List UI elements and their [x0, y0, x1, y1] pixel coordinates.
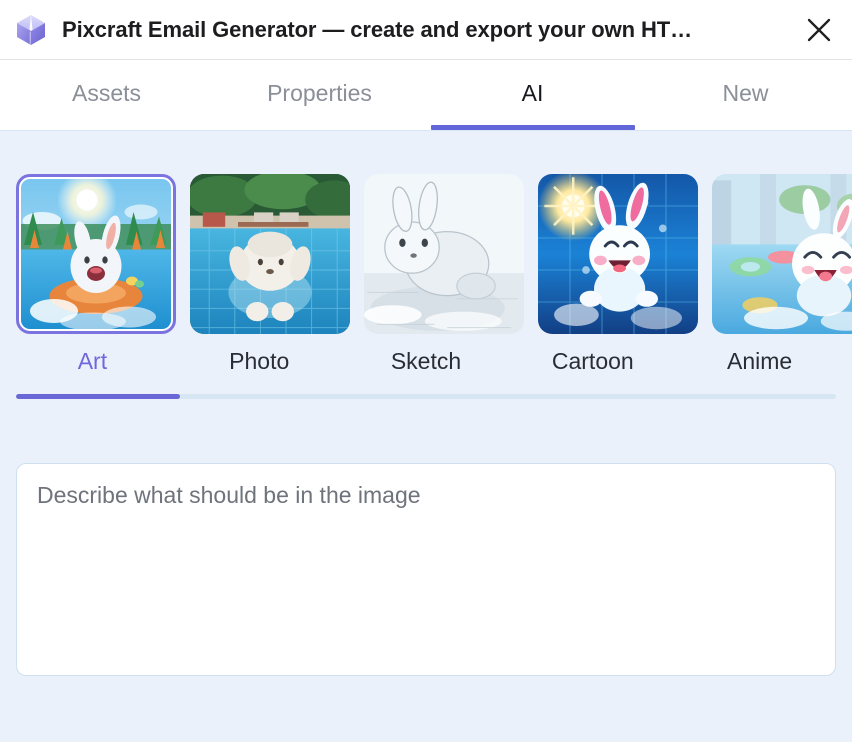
page-title: Pixcraft Email Generator — create and ex…: [62, 16, 693, 42]
style-thumb-frame-art: [16, 174, 176, 334]
tab-bar: Assets Properties AI New: [0, 60, 852, 131]
style-thumb-frame-cartoon: [538, 174, 698, 334]
tab-assets[interactable]: Assets: [0, 60, 213, 130]
style-thumb-frame-anime: [712, 174, 852, 334]
style-tab-cartoon[interactable]: Cartoon: [516, 348, 669, 375]
prompt-section: [16, 463, 836, 676]
app-window: Pixcraft Email Generator — create and ex…: [0, 0, 852, 742]
bunny-pool-photo-thumbnail: [190, 174, 350, 334]
close-icon[interactable]: [798, 9, 840, 51]
style-thumb-frame-sketch: [364, 174, 524, 334]
bunny-pool-art-thumbnail: [21, 179, 171, 329]
style-card-photo[interactable]: [190, 174, 350, 334]
style-card-cartoon[interactable]: [538, 174, 698, 334]
bunny-pool-cartoon-thumbnail: [538, 174, 698, 334]
style-tab-sketch[interactable]: Sketch: [350, 348, 503, 375]
style-tab-anime[interactable]: Anime: [683, 348, 836, 375]
cube-logo-icon: [14, 13, 48, 47]
tab-properties[interactable]: Properties: [213, 60, 426, 130]
bunny-pool-anime-thumbnail: [712, 174, 852, 334]
titlebar: Pixcraft Email Generator — create and ex…: [0, 0, 852, 60]
ai-panel: Art Photo Sketch Cartoon Anime: [0, 131, 852, 742]
style-gallery: [16, 174, 852, 334]
bunny-pool-sketch-thumbnail: [364, 174, 524, 334]
style-selection-track[interactable]: [16, 394, 836, 399]
style-card-art[interactable]: [16, 174, 176, 334]
style-tab-art[interactable]: Art: [16, 348, 169, 375]
style-thumb-frame-photo: [190, 174, 350, 334]
style-card-anime[interactable]: [712, 174, 852, 334]
tab-ai[interactable]: AI: [426, 60, 639, 130]
tab-new[interactable]: New: [639, 60, 852, 130]
style-tabs: Art Photo Sketch Cartoon Anime: [16, 348, 836, 375]
style-card-sketch[interactable]: [364, 174, 524, 334]
prompt-input[interactable]: [16, 463, 836, 676]
style-selection-indicator: [16, 394, 180, 399]
style-tab-photo[interactable]: Photo: [183, 348, 336, 375]
